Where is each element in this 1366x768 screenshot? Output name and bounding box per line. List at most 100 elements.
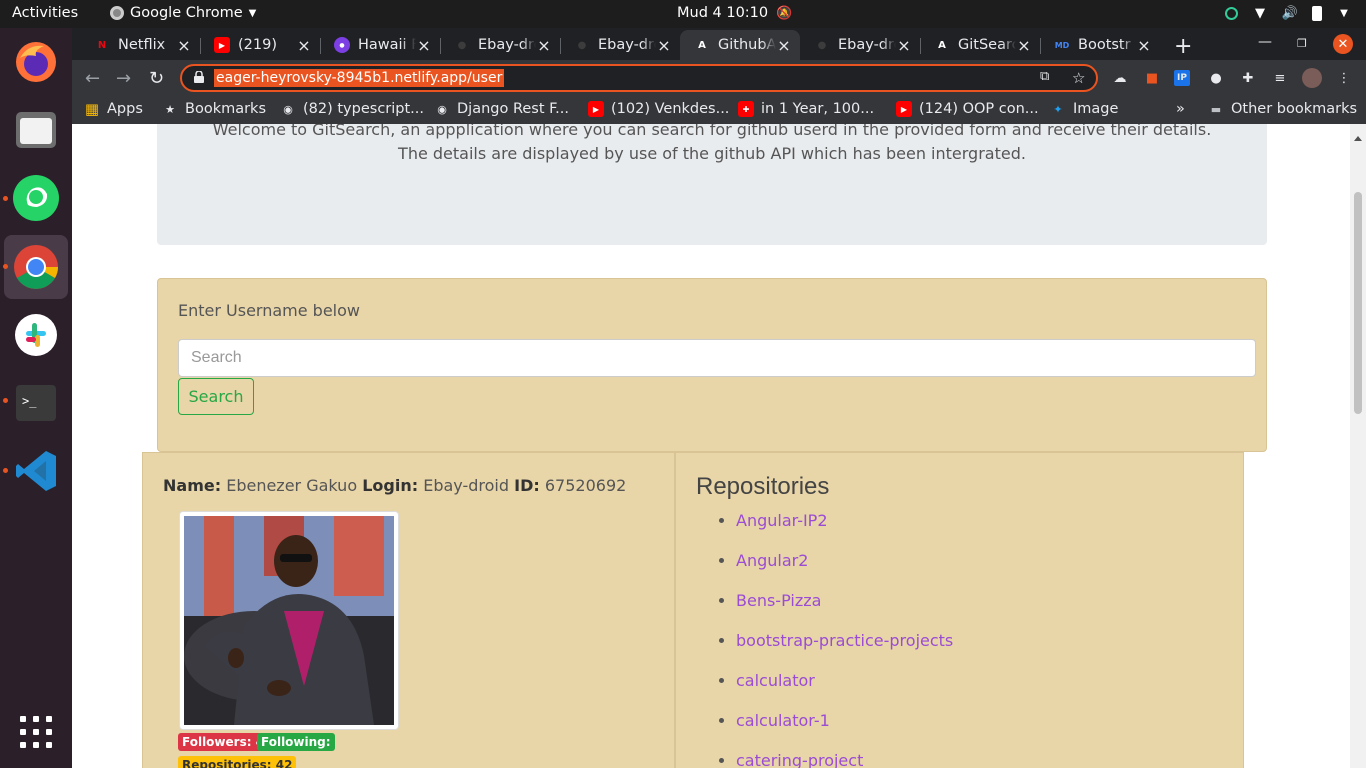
search-card: Enter Username below Search Search: [157, 278, 1267, 452]
running-indicator: [3, 468, 8, 473]
more-bookmarks-chevron-icon[interactable]: »: [1176, 101, 1185, 117]
search-input[interactable]: Search: [178, 339, 1256, 377]
tab-title: GithubA: [718, 37, 776, 53]
lock-icon[interactable]: [194, 71, 204, 83]
app-menu[interactable]: Google Chrome ▼: [110, 5, 256, 21]
ip-extension-icon[interactable]: IP: [1174, 70, 1190, 86]
address-bar[interactable]: eager-heyrovsky-8945b1.netlify.app/user …: [180, 64, 1098, 92]
bookmark-item[interactable]: ▶ (102) Venkdes...: [588, 101, 729, 117]
browser-tab[interactable]: A GithubA ×: [680, 30, 800, 60]
close-tab-icon[interactable]: ×: [296, 36, 312, 55]
intro-text: Welcome to GitSearch, an appplication wh…: [212, 124, 1212, 163]
tab-title: Ebay-dro: [838, 37, 896, 53]
minimize-button[interactable]: —: [1258, 34, 1272, 50]
close-tab-icon[interactable]: ×: [536, 36, 552, 55]
terminal-icon[interactable]: >_: [12, 379, 60, 427]
update-icon[interactable]: [1225, 6, 1238, 20]
bookmark-item[interactable]: ◉ Django Rest F...: [434, 101, 569, 117]
extension-icon[interactable]: ☁: [1110, 68, 1130, 88]
back-button[interactable]: ←: [85, 68, 100, 89]
browser-tab[interactable]: ● Hawaii F ×: [320, 30, 440, 60]
url-text[interactable]: eager-heyrovsky-8945b1.netlify.app/user: [214, 69, 505, 87]
forward-button[interactable]: →: [116, 68, 131, 89]
show-applications-icon[interactable]: [20, 716, 52, 748]
extensions-puzzle-icon[interactable]: ✚: [1238, 68, 1258, 88]
repo-link[interactable]: calculator-1: [736, 711, 830, 730]
browser-tab[interactable]: MD Bootstr ×: [1040, 30, 1160, 60]
browser-tab[interactable]: ● Ebay-dro×: [560, 30, 680, 60]
close-tab-icon[interactable]: ×: [176, 36, 192, 55]
bookmark-label: (82) typescript...: [303, 101, 424, 117]
system-tray[interactable]: ▼ 🔊 ▼: [1225, 5, 1352, 21]
screencast-extension-icon[interactable]: ■: [1142, 68, 1162, 88]
youtube-icon: ▶: [588, 101, 604, 117]
list-item: Angular2: [736, 551, 953, 591]
repo-link[interactable]: calculator: [736, 671, 815, 690]
bookmark-item[interactable]: ✦ Image: [1050, 101, 1118, 117]
install-app-icon[interactable]: ⧉: [1040, 69, 1049, 84]
bookmark-item[interactable]: ▦ Apps: [84, 100, 143, 118]
reload-button[interactable]: ↻: [149, 68, 164, 89]
scrollbar-thumb[interactable]: [1354, 192, 1362, 414]
new-tab-button[interactable]: +: [1174, 34, 1192, 59]
search-button[interactable]: Search: [178, 378, 254, 415]
slack-icon[interactable]: [12, 311, 60, 359]
repo-link[interactable]: Bens-Pizza: [736, 591, 821, 610]
close-tab-icon[interactable]: ×: [656, 36, 672, 55]
profile-avatar[interactable]: [1302, 68, 1322, 88]
github-extension-icon[interactable]: ●: [1206, 68, 1226, 88]
firefox-icon[interactable]: [12, 38, 60, 86]
user-name: Ebenezer Gakuo: [226, 476, 358, 495]
tab-title: Bootstr: [1078, 37, 1131, 53]
bookmark-star-icon[interactable]: ☆: [1072, 69, 1085, 87]
files-icon[interactable]: [12, 106, 60, 154]
browser-tab[interactable]: N Netflix ×: [80, 30, 200, 60]
chrome-icon[interactable]: [12, 243, 60, 291]
globe-icon: ◉: [283, 102, 293, 116]
whatsapp-icon[interactable]: [12, 174, 60, 222]
volume-icon[interactable]: 🔊: [1282, 5, 1298, 21]
youtube-icon: ▶: [896, 101, 912, 117]
folder-icon: ▬: [1210, 102, 1222, 116]
bookmark-item[interactable]: ▶ (124) OOP con...: [896, 101, 1039, 117]
bookmark-item[interactable]: ★ Bookmarks: [162, 101, 266, 117]
repo-link[interactable]: Angular-IP2: [736, 511, 828, 530]
close-tab-icon[interactable]: ×: [1136, 36, 1152, 55]
close-tab-icon[interactable]: ×: [896, 36, 912, 55]
close-tab-icon[interactable]: ×: [776, 36, 792, 55]
running-indicator: [3, 196, 8, 201]
bookmark-item[interactable]: ◉ (82) typescript...: [280, 101, 424, 117]
search-label: Enter Username below: [178, 301, 360, 320]
activities-button[interactable]: Activities: [12, 5, 78, 21]
page-scrollbar[interactable]: [1350, 124, 1366, 768]
tab-title: Ebay-dro: [598, 37, 656, 53]
restore-button[interactable]: ❐: [1297, 37, 1307, 50]
battery-icon[interactable]: [1312, 5, 1322, 21]
close-window-button[interactable]: ✕: [1333, 34, 1353, 54]
clock-label: Mud 4 10:10: [677, 5, 769, 21]
browser-tab[interactable]: ● Ebay-dro×: [800, 30, 920, 60]
clock[interactable]: Mud 4 10:10 🔕: [677, 5, 792, 21]
media-control-icon[interactable]: ≡: [1270, 68, 1290, 88]
close-tab-icon[interactable]: ×: [416, 36, 432, 55]
chevron-down-icon: ▼: [248, 7, 257, 19]
following-badge: Following:: [257, 733, 335, 751]
list-item: Angular-IP2: [736, 511, 953, 551]
browser-tab[interactable]: A GitSearc ×: [920, 30, 1040, 60]
repo-link[interactable]: catering-project: [736, 751, 863, 768]
vscode-icon[interactable]: [12, 447, 60, 495]
list-item: calculator-1: [736, 711, 953, 751]
browser-tab[interactable]: ▶ (219) ×: [200, 30, 320, 60]
bookmark-item[interactable]: ✚ in 1 Year, 100...: [738, 101, 874, 117]
bookmark-item[interactable]: ▬ Other bookmarks: [1208, 101, 1357, 117]
chrome-menu-icon[interactable]: ⋮: [1334, 68, 1354, 88]
repo-link[interactable]: bootstrap-practice-projects: [736, 631, 953, 650]
browser-tab[interactable]: ● Ebay-dro×: [440, 30, 560, 60]
intro-jumbotron: Welcome to GitSearch, an appplication wh…: [157, 124, 1267, 245]
repo-link[interactable]: Angular2: [736, 551, 808, 570]
wifi-icon[interactable]: ▼: [1252, 5, 1268, 21]
scroll-up-arrow[interactable]: [1354, 136, 1362, 141]
id-label: ID:: [514, 476, 540, 495]
close-tab-icon[interactable]: ×: [1016, 36, 1032, 55]
power-menu-icon[interactable]: ▼: [1336, 5, 1352, 21]
